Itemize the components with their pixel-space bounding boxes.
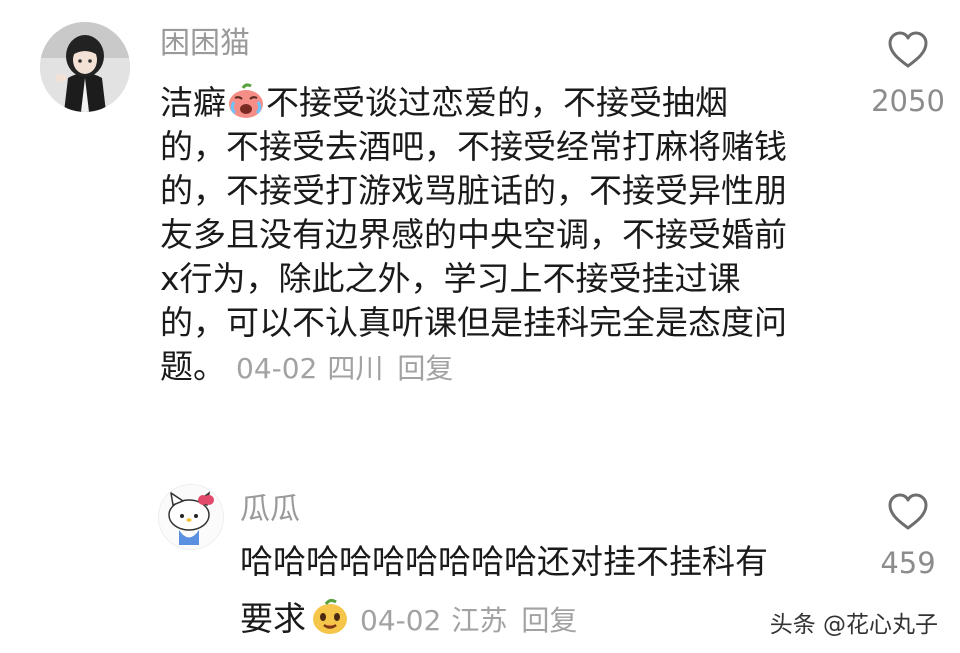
reply-body: 哈哈哈哈哈哈哈哈哈还对挂不挂科有 要求 04-02 江苏 回复 <box>240 540 768 643</box>
reply-avatar[interactable] <box>158 484 224 550</box>
reply-reply-button[interactable]: 回复 <box>521 604 577 637</box>
comment-line-2: 的，不接受去酒吧，不接受经常打麻将赌钱 <box>160 127 787 166</box>
heart-outline-icon <box>888 493 928 530</box>
heart-outline-icon <box>888 31 928 68</box>
reply-like-button[interactable] <box>886 492 930 536</box>
reply-line-1: 哈哈哈哈哈哈哈哈哈还对挂不挂科有 <box>240 542 768 581</box>
comment-line-3: 的，不接受打游戏骂脏话的，不接受异性朋 <box>160 171 787 210</box>
comment-date: 04-02 <box>236 352 318 385</box>
crying-emoji-icon <box>226 80 266 120</box>
like-count: 2050 <box>871 84 945 118</box>
comment-line-7: 题。 04-02 四川 回复 <box>160 345 787 391</box>
comment-location: 四川 <box>327 352 384 385</box>
comment-text: 不接受谈过恋爱的，不接受抽烟 <box>266 83 728 122</box>
comment-line-5: x行为，除此之外，学习上不接受挂过课 <box>160 259 741 298</box>
reply-username[interactable]: 瓜瓜 <box>240 490 300 530</box>
reply-date: 04-02 <box>360 604 442 637</box>
watermark: 头条 @花心丸子 <box>769 612 938 638</box>
smiling-emoji-icon <box>310 596 350 636</box>
reply-text: 要求 <box>240 599 306 638</box>
reply-line-2: 要求 04-02 江苏 回复 <box>240 596 768 643</box>
comment-username[interactable]: 困困猫 <box>160 24 250 64</box>
comment-line-4: 友多且没有边界感的中央空调，不接受婚前 <box>160 215 787 254</box>
avatar[interactable] <box>40 22 130 112</box>
reply-like-count: 459 <box>880 546 936 580</box>
reply-location: 江苏 <box>451 604 508 637</box>
comment-text: 洁癖 <box>160 83 226 122</box>
comment-body: 洁癖 不接受谈过恋爱的，不接受抽烟 的，不接受去酒吧，不接受经常打麻将赌钱 的，… <box>160 80 787 391</box>
comment-line-1: 洁癖 不接受谈过恋爱的，不接受抽烟 <box>160 80 787 125</box>
like-button[interactable] <box>886 30 930 74</box>
reply-button[interactable]: 回复 <box>397 352 453 385</box>
comment-text: 题。 <box>160 347 226 386</box>
comment-line-6: 的，可以不认真听课但是挂科完全是态度问 <box>160 303 787 342</box>
